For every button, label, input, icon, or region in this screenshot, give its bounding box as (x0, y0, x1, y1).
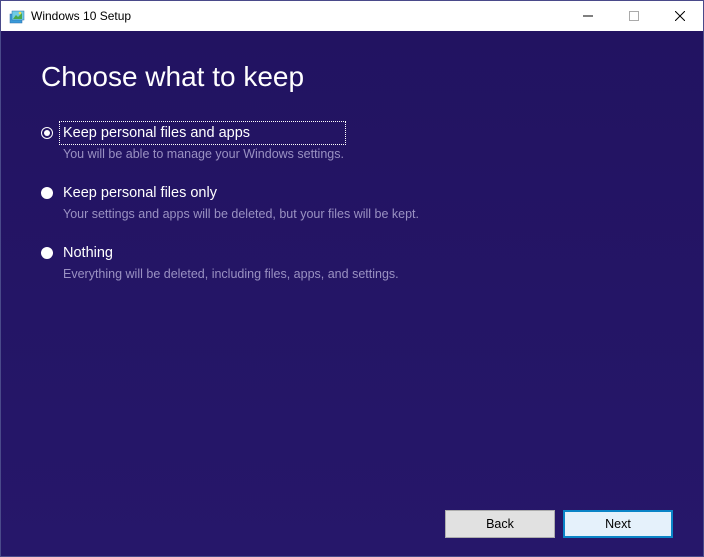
content-area: Choose what to keep Keep personal files … (1, 31, 703, 556)
option-keep-files-only[interactable]: Keep personal files only Your settings a… (41, 183, 663, 223)
option-label: Keep personal files and apps (61, 123, 344, 143)
option-description: Everything will be deleted, including fi… (63, 265, 399, 283)
app-icon (9, 8, 25, 24)
minimize-button[interactable] (565, 1, 611, 31)
radio-icon (41, 247, 53, 259)
option-description: Your settings and apps will be deleted, … (63, 205, 419, 223)
window-title: Windows 10 Setup (31, 9, 131, 23)
option-nothing[interactable]: Nothing Everything will be deleted, incl… (41, 243, 663, 283)
page-heading: Choose what to keep (41, 61, 663, 93)
next-button[interactable]: Next (563, 510, 673, 538)
close-button[interactable] (657, 1, 703, 31)
option-label: Nothing (63, 243, 399, 263)
option-description: You will be able to manage your Windows … (63, 145, 344, 163)
back-button[interactable]: Back (445, 510, 555, 538)
option-label: Keep personal files only (63, 183, 419, 203)
option-keep-files-apps[interactable]: Keep personal files and apps You will be… (41, 123, 663, 163)
option-text: Keep personal files only Your settings a… (63, 183, 419, 223)
radio-icon (41, 127, 53, 139)
setup-window: Windows 10 Setup Choose what to keep Kee… (0, 0, 704, 557)
option-text: Keep personal files and apps You will be… (63, 123, 344, 163)
option-text: Nothing Everything will be deleted, incl… (63, 243, 399, 283)
maximize-button (611, 1, 657, 31)
radio-icon (41, 187, 53, 199)
button-row: Back Next (445, 510, 673, 538)
titlebar: Windows 10 Setup (1, 1, 703, 31)
